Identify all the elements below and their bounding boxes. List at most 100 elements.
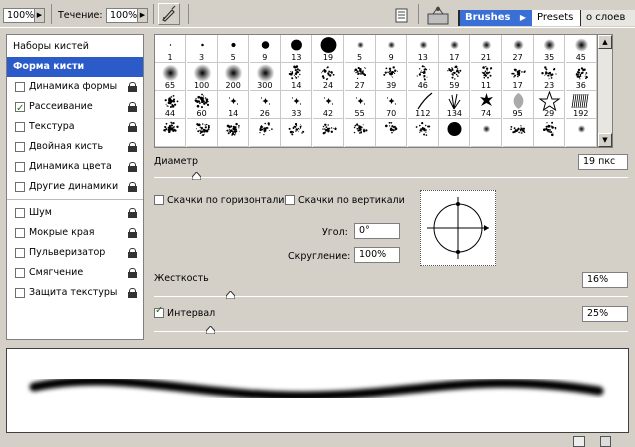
sidebar-item[interactable]: Форма кисти — [7, 57, 143, 77]
zoom-field[interactable]: 100% — [3, 8, 35, 23]
spacing-slider-track[interactable] — [154, 331, 628, 332]
hardness-slider-thumb[interactable] — [225, 290, 236, 300]
diameter-slider-track[interactable] — [154, 177, 628, 178]
sidebar-item[interactable]: Защита текстуры — [7, 283, 143, 303]
brush-tip[interactable]: 44 — [155, 91, 186, 119]
file-browser-icon[interactable] — [426, 4, 450, 26]
lock-icon[interactable] — [128, 208, 137, 218]
sidebar-item[interactable]: Наборы кистей — [7, 37, 143, 57]
brush-tip[interactable]: 14 — [218, 91, 250, 119]
brush-tip[interactable]: 59 — [439, 63, 471, 91]
sidebar-item[interactable]: Смягчение — [7, 263, 143, 283]
flip-y-checkbox[interactable] — [285, 195, 295, 205]
sidebar-item[interactable]: Пульверизатор — [7, 243, 143, 263]
brush-tip[interactable]: 112 — [407, 91, 439, 119]
sidebar-item[interactable]: Текстура — [7, 117, 143, 137]
roundness-field[interactable]: 100% — [354, 247, 400, 263]
zoom-dropdown-arrow[interactable]: ▶ — [35, 8, 45, 23]
new-brush-icon[interactable] — [573, 436, 585, 447]
diameter-field[interactable]: 19 пкс — [578, 154, 628, 170]
brush-tip[interactable]: 27 — [344, 63, 376, 91]
sidebar-checkbox[interactable] — [15, 288, 25, 298]
flow-field[interactable]: 100% — [106, 8, 138, 23]
sidebar-checkbox[interactable] — [15, 122, 25, 132]
sidebar-checkbox[interactable] — [15, 162, 25, 172]
brush-tip[interactable]: 24 — [313, 63, 344, 91]
brush-tip[interactable]: 300 — [249, 63, 281, 91]
brush-tip[interactable]: 14 — [281, 63, 313, 91]
sidebar-item[interactable]: Другие динамики — [7, 177, 143, 197]
brush-tip[interactable]: 13 — [407, 35, 439, 63]
spacing-checkbox[interactable]: ✓ — [154, 305, 164, 318]
brush-tip[interactable] — [155, 119, 186, 147]
lock-icon[interactable] — [128, 122, 137, 132]
lock-icon[interactable] — [128, 142, 137, 152]
brush-tip[interactable]: 11 — [471, 63, 502, 91]
lock-icon[interactable] — [128, 248, 137, 258]
brush-tip[interactable]: 23 — [534, 63, 566, 91]
lock-icon[interactable] — [128, 288, 137, 298]
brush-tip[interactable]: 19 — [313, 35, 344, 63]
sidebar-item[interactable]: Двойная кисть — [7, 137, 143, 157]
tab-layer-comps[interactable]: о слоев — [581, 10, 635, 26]
brush-tip[interactable]: 5 — [344, 35, 376, 63]
sidebar-checkbox[interactable] — [15, 268, 25, 278]
brush-tip[interactable]: 17 — [502, 63, 534, 91]
brush-tip[interactable]: 42 — [313, 91, 344, 119]
tab-brushes[interactable]: Brushes ▶ — [460, 10, 532, 26]
sidebar-item[interactable]: Рассеивание — [7, 97, 143, 119]
brush-tip[interactable]: 33 — [281, 91, 313, 119]
sidebar-checkbox[interactable] — [15, 228, 25, 238]
brush-tip[interactable] — [313, 119, 344, 147]
brush-tip[interactable]: 36 — [565, 63, 597, 91]
brush-tip[interactable]: 39 — [376, 63, 408, 91]
lock-icon[interactable] — [128, 228, 137, 238]
scroll-up-button[interactable]: ▲ — [598, 35, 612, 49]
brush-grid-scrollbar[interactable]: ▲ ▼ — [597, 34, 613, 148]
brush-tip[interactable]: 5 — [218, 35, 250, 63]
brush-tip[interactable] — [376, 119, 408, 147]
brush-tip[interactable] — [281, 119, 313, 147]
sidebar-checkbox[interactable] — [15, 82, 25, 92]
brush-tip[interactable]: 17 — [439, 35, 471, 63]
brush-tip[interactable]: 3 — [186, 35, 218, 63]
brush-tip[interactable]: 74 — [471, 91, 502, 119]
angle-roundness-widget[interactable] — [420, 190, 496, 266]
angle-field[interactable]: 0° — [354, 223, 400, 239]
brush-tip[interactable]: 13 — [281, 35, 313, 63]
brush-tip[interactable]: 46 — [407, 63, 439, 91]
sidebar-checkbox[interactable] — [15, 208, 25, 218]
brush-tip[interactable]: 192 — [565, 91, 597, 119]
brush-tip[interactable]: 134 — [439, 91, 471, 119]
brush-tip[interactable]: 29 — [534, 90, 566, 119]
lock-icon[interactable] — [128, 182, 137, 192]
brush-tip[interactable]: 60 — [186, 91, 218, 119]
brush-tip[interactable]: 1 — [155, 35, 186, 63]
brush-tip[interactable]: 45 — [565, 35, 597, 63]
sidebar-item[interactable]: Шум — [7, 203, 143, 223]
brush-tip[interactable] — [471, 119, 502, 147]
brush-tip[interactable] — [249, 119, 281, 147]
brush-tip[interactable]: 26 — [249, 91, 281, 119]
sidebar-item[interactable]: Мокрые края — [7, 223, 143, 243]
hardness-field[interactable]: 16% — [582, 272, 628, 288]
brush-tip[interactable] — [344, 119, 376, 147]
lock-icon[interactable] — [128, 82, 137, 92]
spacing-slider-thumb[interactable] — [205, 325, 216, 335]
brush-tip[interactable]: 21 — [471, 35, 502, 63]
lock-icon[interactable] — [128, 268, 137, 278]
lock-icon[interactable] — [128, 162, 137, 172]
sidebar-checkbox[interactable] — [15, 142, 25, 152]
lock-icon[interactable] — [128, 102, 137, 112]
brush-tip[interactable]: 9 — [376, 35, 408, 63]
brush-tip[interactable] — [534, 119, 566, 147]
brush-tip[interactable] — [218, 119, 250, 147]
brush-tip[interactable] — [565, 119, 597, 147]
delete-brush-icon[interactable] — [600, 436, 611, 447]
sidebar-item[interactable]: Динамика цвета — [7, 157, 143, 177]
brush-tip[interactable]: 9 — [249, 35, 281, 63]
tab-presets[interactable]: Presets — [532, 10, 580, 26]
brush-tip[interactable] — [407, 119, 439, 147]
sidebar-item[interactable]: Динамика формы — [7, 77, 143, 97]
sidebar-checkbox[interactable] — [15, 99, 25, 119]
